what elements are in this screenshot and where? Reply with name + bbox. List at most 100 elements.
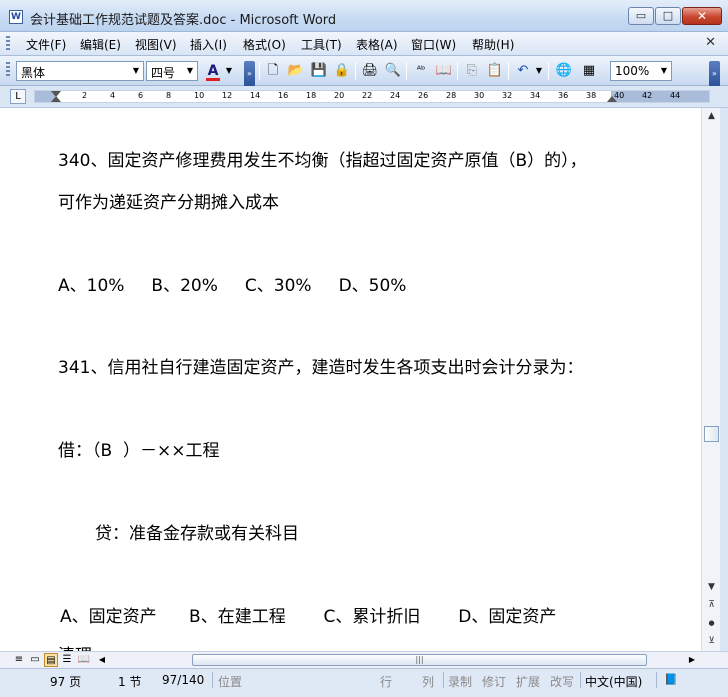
maximize-button[interactable]: □ — [655, 7, 681, 25]
menu-file[interactable]: 文件(F) — [26, 36, 66, 53]
research-icon[interactable]: 📖 — [435, 62, 453, 80]
window-title: 会计基础工作规范试题及答案.doc - Microsoft Word — [30, 13, 337, 28]
scroll-left-icon[interactable]: ◀ — [95, 653, 109, 667]
open-folder-icon[interactable]: 📂 — [287, 62, 305, 80]
horizontal-scrollbar[interactable]: ≡ ▭ ▤ ☰ 📖 ◀ ||| ▶ — [0, 651, 728, 668]
ruler-tick-label: 44 — [670, 91, 681, 100]
paragraph[interactable]: 清理 — [58, 641, 92, 651]
close-icon: ✕ — [696, 9, 708, 23]
menu-help[interactable]: 帮助(H) — [472, 36, 514, 53]
ruler-tick-label: 20 — [334, 91, 345, 100]
word-app-icon[interactable]: W — [9, 10, 23, 24]
document-close-icon[interactable]: ✕ — [705, 35, 716, 50]
status-record[interactable]: 录制 — [448, 673, 472, 690]
normal-view-icon[interactable]: ≡ — [12, 653, 26, 667]
font-color-button[interactable]: A — [204, 62, 222, 81]
ruler-tick-label: 40 — [614, 91, 625, 100]
web-view-icon[interactable]: ▭ — [28, 653, 42, 667]
paragraph[interactable]: A、10% B、20% C、30% D、50% — [58, 271, 406, 296]
next-page-icon[interactable]: ⊻ — [704, 634, 719, 649]
minimize-icon: ▭ — [635, 9, 647, 22]
print-view-icon[interactable]: ▤ — [44, 653, 58, 667]
font-size-value: 四号 — [151, 66, 176, 80]
scroll-up-icon[interactable]: ▲ — [704, 109, 719, 124]
chevron-down-icon[interactable]: ▼ — [534, 62, 544, 80]
menu-window[interactable]: 窗口(W) — [411, 36, 456, 53]
zoom-select[interactable]: 100% ▼ — [610, 61, 672, 81]
ruler-tick-label: 30 — [474, 91, 485, 100]
vertical-scroll-thumb[interactable] — [704, 426, 719, 442]
menu-grip-handle[interactable] — [6, 36, 10, 52]
horizontal-ruler[interactable]: 2 4 6 8 10 12 14 16 18 20 22 24 26 28 30 32 34 36 38 40 42 44 — [34, 90, 710, 103]
status-separator — [656, 672, 657, 688]
paragraph[interactable]: A、固定资产 B、在建工程 C、累计折旧 D、固定资产 — [60, 602, 556, 627]
permission-icon[interactable]: 🔒 — [333, 62, 351, 80]
ruler-tick-label: 2 — [82, 91, 88, 100]
status-separator — [212, 672, 213, 688]
ruler-tick-label: 38 — [586, 91, 597, 100]
undo-icon[interactable]: ↶ — [514, 62, 532, 80]
new-document-icon[interactable]: 🗋 — [264, 62, 282, 80]
status-language[interactable]: 中文(中国) — [585, 673, 642, 690]
paste-icon[interactable]: 📋 — [486, 62, 504, 80]
font-size-select[interactable]: 四号 ▼ — [146, 61, 198, 81]
menu-view[interactable]: 视图(V) — [135, 36, 177, 53]
toolbar-separator — [457, 62, 458, 80]
copy-icon[interactable]: ⎘ — [463, 62, 481, 80]
previous-page-icon[interactable]: ⊼ — [704, 598, 719, 613]
font-name-select[interactable]: 黑体 ▼ — [16, 61, 144, 81]
spelling-status-icon[interactable]: 📘 — [664, 673, 678, 686]
minimize-button[interactable]: ▭ — [628, 7, 654, 25]
close-button[interactable]: ✕ — [682, 7, 722, 25]
menu-insert[interactable]: 插入(I) — [190, 36, 227, 53]
chevron-down-icon[interactable]: ▼ — [183, 62, 197, 80]
paragraph[interactable]: 贷：准备金存款或有关科目 — [95, 519, 299, 544]
paragraph[interactable]: 借：（B ）－××工程 — [58, 436, 219, 461]
reading-view-icon[interactable]: 📖 — [77, 653, 91, 667]
overflow-icon: » — [247, 69, 252, 78]
vertical-scrollbar[interactable]: ▲ ▼ ⊼ ● ⊻ — [701, 108, 720, 651]
print-icon[interactable]: 🖨 — [361, 62, 379, 80]
save-icon[interactable]: 💾 — [310, 62, 328, 80]
page-left-margin — [0, 108, 34, 651]
horizontal-scroll-thumb[interactable]: ||| — [192, 654, 647, 666]
document-page[interactable]: 340、固定资产修理费用发生不均衡（指超过固定资产原值（B）的）， 可作为递延资… — [0, 108, 701, 651]
ruler-tick-label: 18 — [306, 91, 317, 100]
toolbar-grip-handle[interactable] — [6, 62, 10, 78]
toolbar-separator — [406, 62, 407, 80]
scroll-right-icon[interactable]: ▶ — [685, 653, 699, 667]
tab-stop-selector[interactable]: L — [10, 89, 26, 104]
paragraph[interactable]: 341、信用社自行建造固定资产，建造时发生各项支出时会计分录为： — [58, 353, 583, 378]
menu-format[interactable]: 格式(O) — [243, 36, 286, 53]
outline-view-icon[interactable]: ☰ — [60, 653, 74, 667]
status-section[interactable]: 1 节 — [118, 673, 141, 690]
menu-edit[interactable]: 编辑(E) — [80, 36, 121, 53]
zoom-value: 100% — [615, 64, 650, 78]
hanging-indent-marker[interactable] — [51, 96, 61, 102]
title-bar: W 会计基础工作规范试题及答案.doc - Microsoft Word ▭ □… — [0, 0, 728, 32]
paragraph[interactable]: 340、固定资产修理费用发生不均衡（指超过固定资产原值（B）的）， — [58, 146, 587, 171]
status-page-count[interactable]: 97/140 — [162, 673, 204, 687]
select-browse-object-icon[interactable]: ● — [704, 616, 719, 631]
menu-table[interactable]: 表格(A) — [356, 36, 398, 53]
chevron-down-icon[interactable]: ▼ — [224, 62, 234, 80]
toolbar-overflow-right-button[interactable]: » — [709, 61, 720, 87]
hyperlink-icon[interactable]: 🌐 — [555, 62, 573, 80]
status-revise[interactable]: 修订 — [482, 673, 506, 690]
toolbar-overflow-button[interactable]: » — [244, 61, 255, 87]
chevron-down-icon[interactable]: ▼ — [657, 62, 671, 80]
spelling-icon[interactable]: ᴬᵇ — [412, 62, 430, 80]
ruler-tick-label: 4 — [110, 91, 116, 100]
ruler-tick-label: 10 — [194, 91, 205, 100]
paragraph[interactable]: 可作为递延资产分期摊入成本 — [58, 188, 279, 213]
status-overtype[interactable]: 改写 — [550, 673, 574, 690]
ruler-tick-label: 28 — [446, 91, 457, 100]
chevron-down-icon[interactable]: ▼ — [129, 62, 143, 80]
status-separator — [443, 672, 444, 688]
scroll-down-icon[interactable]: ▼ — [704, 580, 719, 595]
table-icon[interactable]: ▦ — [580, 62, 598, 80]
menu-tools[interactable]: 工具(T) — [301, 36, 342, 53]
status-page[interactable]: 97 页 — [50, 673, 81, 690]
status-extend[interactable]: 扩展 — [516, 673, 540, 690]
print-preview-icon[interactable]: 🔍 — [384, 62, 402, 80]
